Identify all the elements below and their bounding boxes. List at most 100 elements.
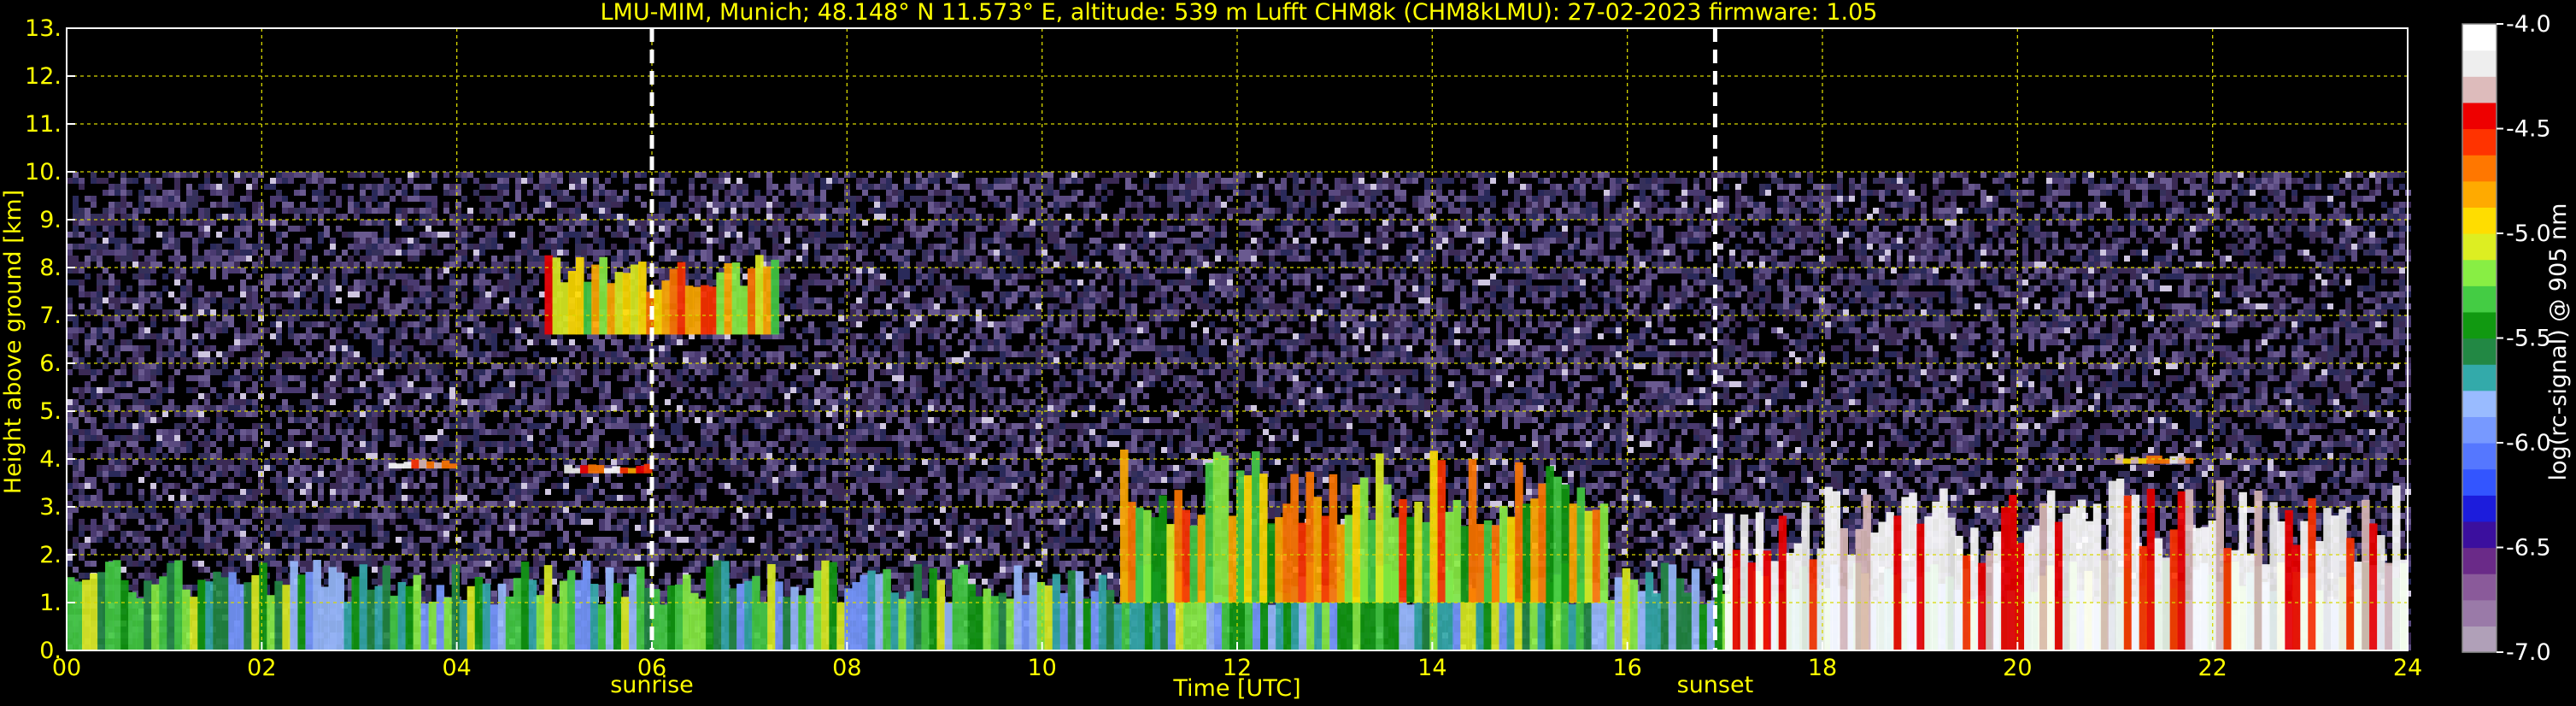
signal-noise-cell [1903,279,1909,285]
signal-noise-cell [826,184,832,190]
signal-noise-cell [1771,238,1777,244]
signal-noise-cell [1203,297,1209,303]
signal-noise-cell [2357,172,2363,178]
signal-noise-cell [503,268,509,274]
signal-noise-cell [1717,172,1723,178]
signal-noise-cell [180,268,186,274]
signal-noise-cell [1891,291,1897,297]
signal-noise-cell [557,214,563,220]
signal-noise-cell [1024,285,1030,291]
signal-noise-cell [1430,178,1436,184]
signal-noise-cell [1526,220,1532,226]
signal-noise-cell [109,232,114,238]
signal-noise-cell [2387,178,2393,184]
signal-noise-cell [168,202,174,208]
signal-noise-cell [1951,279,1957,285]
signal-noise-cell [1693,196,1699,202]
signal-noise-cell [940,172,946,178]
signal-noise-cell [623,226,629,232]
signal-noise-cell [856,238,862,244]
signal-noise-cell [2303,208,2309,214]
signal-noise-cell [2274,297,2280,303]
signal-noise-cell [1711,172,1717,178]
signal-noise-cell [503,279,509,285]
signal-noise-cell [952,256,958,262]
signal-noise-cell [2154,256,2160,262]
signal-noise-cell [1837,244,1843,250]
signal-noise-cell [1693,238,1699,244]
signal-noise-cell [1341,178,1347,184]
signal-noise-cell [1364,202,1370,208]
signal-noise-cell [1939,196,1945,202]
signal-noise-cell [2381,256,2387,262]
signal-noise-cell [1753,208,1759,214]
signal-noise-cell [910,208,916,214]
signal-noise-cell [1586,202,1592,208]
signal-noise-cell [1861,184,1867,190]
signal-noise-cell [2166,220,2172,226]
signal-noise-cell [1370,268,1376,274]
signal-noise-cell [946,220,952,226]
signal-noise-cell [2178,226,2184,232]
signal-noise-cell [742,202,748,208]
signal-noise-cell [569,172,575,178]
signal-noise-cell [916,268,922,274]
signal-noise-cell [282,279,288,285]
signal-noise-cell [880,178,886,184]
signal-noise-cell [1687,226,1693,232]
signal-noise-cell [150,268,156,274]
signal-noise-cell [1873,297,1879,303]
signal-noise-cell [880,291,886,297]
signal-noise-cell [79,178,85,184]
signal-noise-cell [186,220,192,226]
signal-noise-cell [1281,190,1287,196]
signal-noise-cell [2375,297,2381,303]
signal-noise-cell [1095,297,1101,303]
signal-noise-cell [414,244,420,250]
signal-noise-cell [2046,274,2052,279]
signal-noise-cell [898,244,904,250]
signal-noise-cell [1077,178,1083,184]
signal-noise-cell [2339,220,2345,226]
signal-noise-cell [892,250,898,256]
signal-noise-cell [479,250,485,256]
signal-noise-cell [240,226,246,232]
signal-noise-cell [1538,274,1544,279]
signal-noise-cell [1526,184,1532,190]
signal-noise-cell [1430,256,1436,262]
signal-noise-cell [2202,202,2208,208]
signal-noise-cell [67,279,73,285]
signal-noise-cell [1341,256,1347,262]
signal-noise-cell [485,238,491,244]
signal-noise-cell [784,184,790,190]
signal-noise-cell [240,291,246,297]
signal-noise-cell [1879,291,1885,297]
signal-noise-cell [1544,250,1550,256]
signal-noise-cell [665,202,671,208]
signal-noise-cell [1472,256,1478,262]
signal-noise-cell [1305,256,1311,262]
signal-noise-cell [772,238,778,244]
signal-noise-cell [1107,232,1113,238]
signal-noise-cell [2160,303,2166,309]
signal-noise-cell [1335,196,1341,202]
signal-noise-cell [754,244,760,250]
signal-noise-cell [1729,232,1735,238]
signal-noise-cell [485,172,491,178]
signal-noise-cell [1263,208,1269,214]
signal-noise-cell [1293,208,1299,214]
signal-noise-cell [820,190,826,196]
signal-noise-cell [1532,274,1538,279]
signal-noise-cell [2268,274,2274,279]
signal-noise-cell [1717,297,1723,303]
signal-noise-cell [1197,244,1203,250]
signal-noise-cell [198,214,204,220]
signal-noise-cell [1783,303,1789,309]
signal-noise-cell [1717,202,1723,208]
signal-noise-cell [1119,262,1125,268]
signal-noise-cell [1406,244,1412,250]
signal-noise-cell [2130,208,2136,214]
signal-noise-cell [97,274,103,279]
signal-noise-cell [2010,232,2016,238]
signal-noise-cell [1855,226,1861,232]
